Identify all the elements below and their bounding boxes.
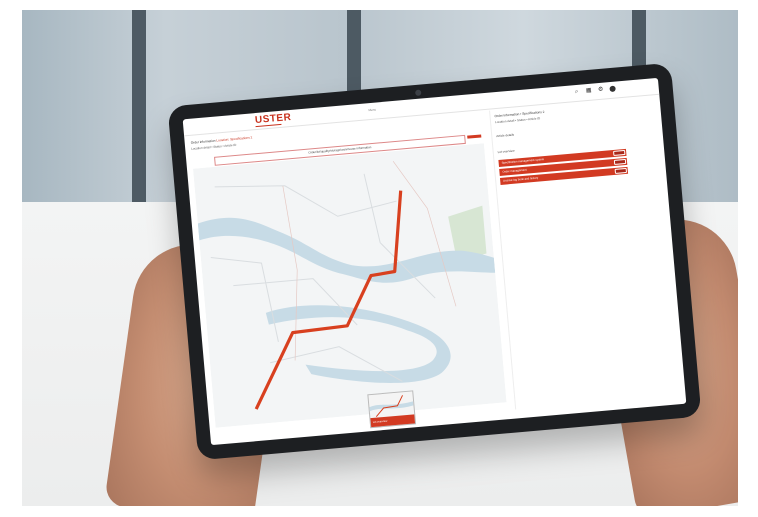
tablet-device: USTER Menu ⌕ ▦ ⚙ Order information Locat… [167,62,702,461]
toggle-icon[interactable] [613,158,627,165]
grid-icon[interactable]: ▦ [585,88,592,95]
header-icons: ⌕ ▦ ⚙ [574,85,616,96]
search-button[interactable] [467,134,482,139]
settings-icon[interactable]: ⚙ [597,87,604,94]
header-menu-label[interactable]: Menu [368,108,376,113]
details-sidebar: Order information • Specifications 2 Loc… [489,96,682,410]
tablet-screen: USTER Menu ⌕ ▦ ⚙ Order information Locat… [182,77,687,446]
photo: USTER Menu ⌕ ▦ ⚙ Order information Locat… [22,10,738,506]
sidebar-item-label: Order management [502,167,527,174]
user-icon[interactable] [609,85,616,93]
order-info-prefix: Order information [190,138,216,145]
order-info-link[interactable]: Location: Specifications 2 [216,135,252,142]
toggle-icon[interactable] [614,167,628,174]
sidebar-section-label: Article details [496,132,515,139]
sidebar-item-label: Specification management system [501,157,545,165]
toggle-icon[interactable] [613,149,626,156]
sidebar-item-label: Archive log book and history [503,175,539,183]
camera-icon [414,89,422,97]
window-pillar [132,10,146,210]
sidebar-section-label: Lot overview [497,148,515,155]
map-thumbnail[interactable]: Lot overview [367,390,417,429]
search-icon[interactable]: ⌕ [574,89,581,96]
route-map[interactable] [192,143,507,428]
